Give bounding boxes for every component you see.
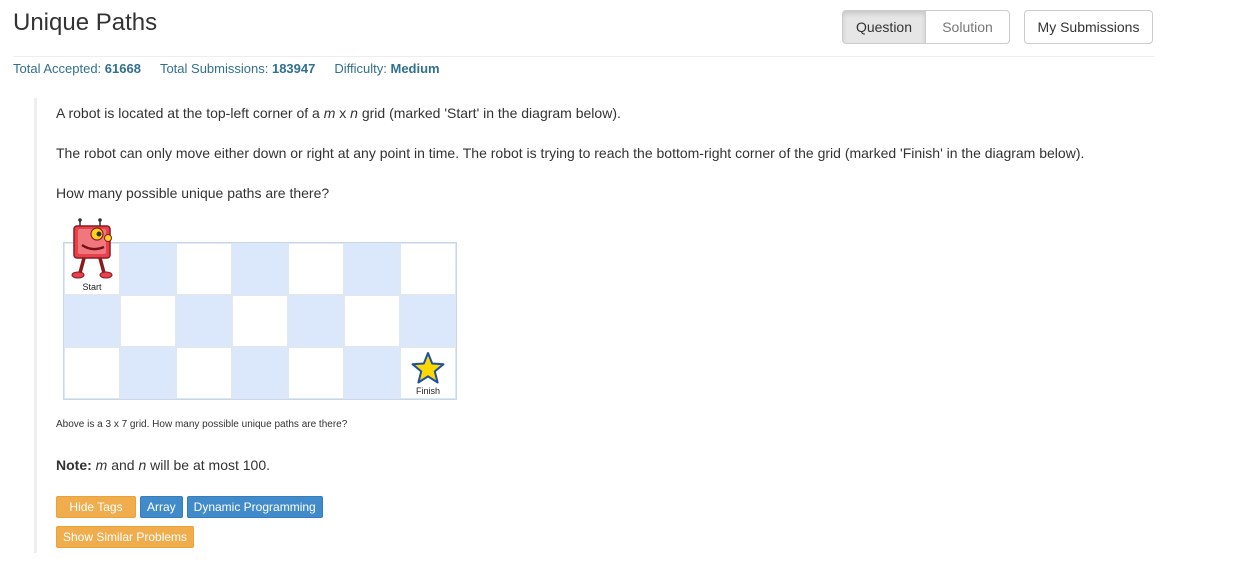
grid-cell: [344, 347, 400, 399]
grid-cell: [176, 295, 232, 347]
tab-question[interactable]: Question: [842, 10, 926, 44]
grid-cell: [232, 295, 288, 347]
grid-cell: [232, 243, 288, 295]
robot-icon: [71, 218, 113, 279]
problem-note: Note: m and n will be at most 100.: [56, 457, 270, 473]
page-title: Unique Paths: [13, 9, 158, 36]
tab-solution[interactable]: Solution: [926, 10, 1010, 44]
grid-cell: [176, 243, 232, 295]
p1-var-m: m: [323, 105, 336, 121]
start-label: Start: [82, 282, 102, 292]
my-submissions-button[interactable]: My Submissions: [1024, 10, 1153, 44]
total-accepted: Total Accepted: 61668: [13, 61, 141, 76]
show-similar-problems-button[interactable]: Show Similar Problems: [56, 526, 195, 548]
grid-cell: [232, 347, 288, 399]
note-label: Note:: [56, 457, 92, 473]
grid-3x7: Start Finish: [63, 218, 457, 400]
difficulty-label: Difficulty:: [334, 61, 387, 76]
grid-cell-start: Start: [64, 218, 120, 295]
tag-dynamic-programming[interactable]: Dynamic Programming: [186, 496, 323, 518]
grid-caption: Above is a 3 x 7 grid. How many possible…: [56, 419, 348, 430]
grid-diagram: Start Finish: [63, 218, 457, 400]
grid-cell: [64, 295, 120, 347]
similar-problems-row: Show Similar Problems: [56, 526, 198, 548]
grid-cell: [64, 347, 120, 399]
finish-label: Finish: [415, 386, 440, 396]
view-tab-group: Question Solution: [842, 10, 1010, 44]
title-divider: [13, 56, 1154, 57]
problem-paragraph-2: The robot can only move either down or r…: [56, 145, 1085, 161]
total-submissions-value: 183947: [271, 61, 316, 76]
total-submissions-label: Total Submissions:: [159, 61, 269, 76]
note-var-m: m: [95, 457, 108, 473]
hide-tags-button[interactable]: Hide Tags: [56, 496, 136, 518]
grid-cell: [400, 243, 456, 295]
grid-cell: [288, 243, 344, 295]
grid-cell: [288, 347, 344, 399]
grid-cell: [400, 295, 456, 347]
difficulty-value: Medium: [390, 61, 440, 76]
grid-cell: [344, 243, 400, 295]
grid-cell: [176, 347, 232, 399]
grid-cell: [344, 295, 400, 347]
question-content: A robot is located at the top-left corne…: [34, 98, 1157, 553]
grid-cell: [288, 295, 344, 347]
total-submissions: Total Submissions: 183947: [160, 61, 315, 76]
difficulty: Difficulty: Medium: [334, 61, 439, 76]
problem-stats: Total Accepted: 61668 Total Submissions:…: [13, 61, 459, 76]
p1-text: A robot is located at the top-left corne…: [56, 105, 324, 121]
total-accepted-value: 61668: [104, 61, 141, 76]
grid-cell: [120, 347, 176, 399]
grid-cell: [120, 295, 176, 347]
total-accepted-label: Total Accepted:: [13, 61, 102, 76]
tags-row: Hide Tags Array Dynamic Programming: [56, 496, 327, 518]
tag-array[interactable]: Array: [140, 496, 183, 518]
grid-cell-finish: Finish: [400, 347, 456, 399]
p1-text-after: grid (marked 'Start' in the diagram belo…: [357, 105, 621, 121]
note-and: and: [107, 457, 139, 473]
problem-paragraph-1: A robot is located at the top-left corne…: [56, 105, 621, 121]
p1-var-n: n: [350, 105, 358, 121]
star-icon: [411, 352, 445, 384]
problem-paragraph-3: How many possible unique paths are there…: [56, 185, 330, 201]
note-text: will be at most 100.: [146, 457, 271, 473]
grid-cell: [120, 243, 176, 295]
p1-x: x: [335, 105, 351, 121]
